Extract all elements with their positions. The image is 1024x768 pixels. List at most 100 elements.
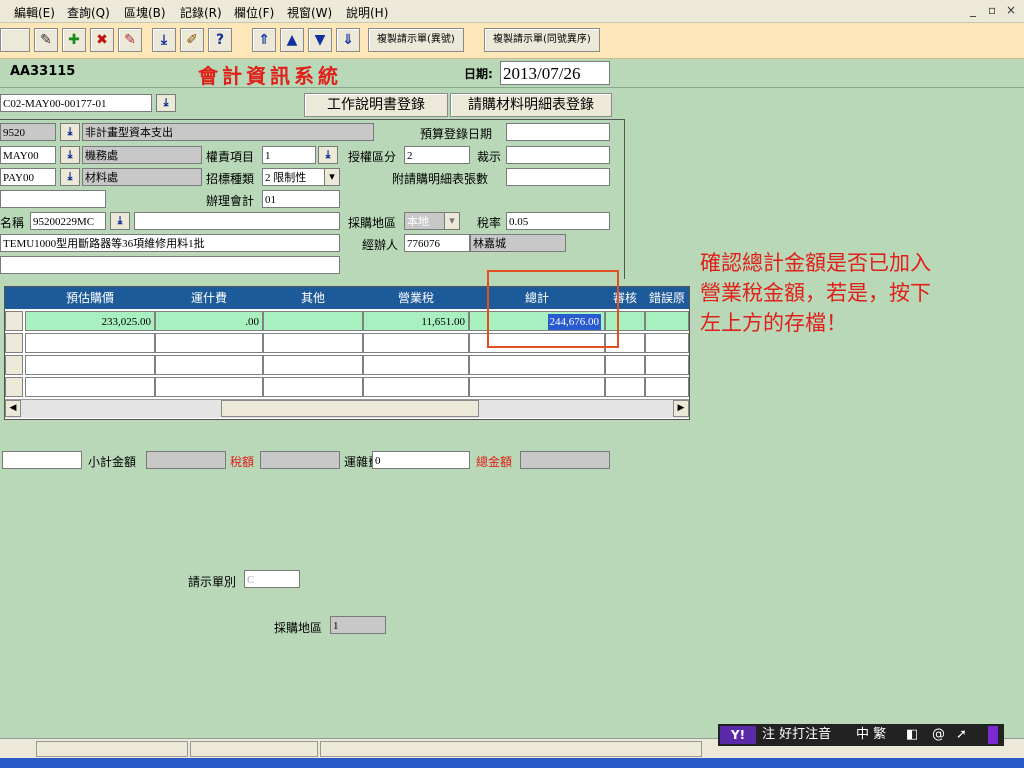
pay-code-field[interactable]: PAY00 (0, 168, 56, 186)
table-cell[interactable] (363, 377, 469, 397)
menu-bar: 編輯(E) 查詢(Q) 區塊(B) 記錄(R) 欄位(F) 視窗(W) 說明(H… (0, 0, 1024, 23)
menu-window[interactable]: 視窗(W) (287, 4, 332, 21)
totals-blank-field[interactable] (2, 451, 82, 469)
ime-handle[interactable] (988, 726, 998, 744)
blank-field[interactable] (0, 190, 106, 208)
table-cell[interactable]: .00 (155, 311, 263, 331)
ime-tool-icon[interactable]: ➚ (956, 724, 967, 746)
table-cell[interactable] (155, 333, 263, 353)
description-field-2[interactable] (0, 256, 340, 274)
scroll-left-icon[interactable]: ◀ (5, 400, 21, 417)
table-cell[interactable] (363, 333, 469, 353)
scroll-right-icon[interactable]: ▶ (673, 400, 689, 417)
add-icon[interactable]: ✚ (62, 28, 86, 52)
prev-record-icon[interactable]: ▲ (280, 28, 304, 52)
menu-block[interactable]: 區塊(B) (124, 4, 166, 21)
name-field[interactable] (134, 212, 340, 230)
ime-half-width-icon[interactable]: ◧ (906, 724, 918, 746)
table-cell[interactable] (645, 355, 689, 375)
download-icon[interactable]: ⤓ (152, 28, 176, 52)
table-cell[interactable] (469, 355, 605, 375)
table-cell[interactable] (25, 377, 155, 397)
edit-icon[interactable]: ✐ (180, 28, 204, 52)
attach-count-field[interactable] (506, 168, 610, 186)
budget-lookup-icon[interactable]: ⤓ (60, 123, 80, 141)
tender-type-select[interactable]: 2 限制性 (262, 168, 326, 186)
lower-purchase-area-field[interactable]: 1 (330, 616, 386, 634)
duty-item-field[interactable]: 1 (262, 146, 316, 164)
table-cell[interactable] (645, 311, 689, 331)
first-record-icon[interactable]: ⇑ (252, 28, 276, 52)
freight-field[interactable]: 0 (372, 451, 470, 469)
table-cell[interactable] (155, 377, 263, 397)
tax-rate-field[interactable]: 0.05 (506, 212, 610, 230)
doc-number-lookup-icon[interactable]: ⤓ (156, 94, 176, 112)
table-cell[interactable] (645, 333, 689, 353)
table-cell[interactable] (263, 377, 363, 397)
purchase-area-select[interactable]: 本地 (404, 212, 446, 230)
row-selector[interactable] (5, 333, 23, 353)
table-cell[interactable] (25, 355, 155, 375)
ime-mode[interactable]: 中 繁 (856, 724, 886, 746)
row-selector[interactable] (5, 311, 23, 331)
handler-id-field[interactable]: 776076 (404, 234, 470, 252)
dept-lookup-icon[interactable]: ⤓ (60, 146, 80, 164)
copy-request-same-button[interactable]: 複製請示單(同號異序) (484, 28, 600, 52)
row-selector[interactable] (5, 355, 23, 375)
save-icon[interactable] (0, 28, 30, 52)
doc-number-field[interactable]: C02-MAY00-00177-01 (0, 94, 152, 112)
row-selector[interactable] (5, 377, 23, 397)
horizontal-scrollbar[interactable]: ◀ ▶ (5, 399, 689, 418)
table-cell[interactable]: 11,651.00 (363, 311, 469, 331)
chevron-down-icon[interactable]: ▾ (324, 168, 340, 186)
next-record-icon[interactable]: ▼ (308, 28, 332, 52)
ruling-field[interactable] (506, 146, 610, 164)
work-description-button[interactable]: 工作說明書登錄 (304, 93, 448, 117)
table-cell[interactable] (605, 355, 645, 375)
restore-icon[interactable]: ▫ (988, 3, 996, 17)
help-icon[interactable]: ? (208, 28, 232, 52)
table-cell[interactable]: 233,025.00 (25, 311, 155, 331)
clear-icon[interactable]: ✎ (118, 28, 142, 52)
purchase-detail-button[interactable]: 請購材料明細表登錄 (450, 93, 612, 117)
budget-reg-date-field[interactable] (506, 123, 610, 141)
handling-accounting-field[interactable]: 01 (262, 190, 340, 208)
yahoo-logo-icon[interactable]: Y! (720, 726, 756, 744)
menu-help[interactable]: 說明(H) (346, 4, 388, 21)
name-code-field[interactable]: 95200229MC (30, 212, 106, 230)
table-cell[interactable] (605, 377, 645, 397)
budget-code-field[interactable]: 9520 (0, 123, 56, 141)
close-icon[interactable]: × (1006, 3, 1016, 17)
table-cell[interactable] (645, 377, 689, 397)
menu-field[interactable]: 欄位(F) (234, 4, 274, 21)
ime-symbol-icon[interactable]: @ (932, 724, 945, 746)
table-cell[interactable] (155, 355, 263, 375)
chevron-down-icon[interactable]: ▾ (444, 212, 460, 230)
subtotal-label: 小計金額 (88, 455, 137, 469)
table-cell[interactable] (25, 333, 155, 353)
table-cell[interactable] (263, 333, 363, 353)
delete-icon[interactable]: ✖ (90, 28, 114, 52)
grid-header-sales-tax: 營業稅 (363, 287, 469, 309)
menu-record[interactable]: 記錄(R) (180, 4, 222, 21)
auth-area-field[interactable]: 2 (404, 146, 470, 164)
date-field[interactable]: 2013/07/26 (500, 61, 610, 85)
menu-edit[interactable]: 編輯(E) (14, 4, 55, 21)
table-cell[interactable] (363, 355, 469, 375)
copy-request-diff-button[interactable]: 複製請示單(異號) (368, 28, 464, 52)
name-lookup-icon[interactable]: ⤓ (110, 212, 130, 230)
description-field[interactable]: TEMU1000型用斷路器等36項維修用料1批 (0, 234, 340, 252)
request-type-field[interactable]: C (244, 570, 300, 588)
table-cell[interactable] (263, 311, 363, 331)
pay-lookup-icon[interactable]: ⤓ (60, 168, 80, 186)
minimize-icon[interactable]: _ (970, 3, 976, 17)
last-record-icon[interactable]: ⇓ (336, 28, 360, 52)
menu-query[interactable]: 查詢(Q) (67, 4, 110, 21)
table-cell[interactable] (469, 377, 605, 397)
duty-item-lookup-icon[interactable]: ⤓ (318, 146, 338, 164)
table-cell[interactable] (263, 355, 363, 375)
edit-pen-icon[interactable]: ✎ (34, 28, 58, 52)
scroll-thumb[interactable] (221, 400, 479, 417)
ime-input-method[interactable]: 注 好打注音 (762, 724, 831, 746)
dept-code-field[interactable]: MAY00 (0, 146, 56, 164)
